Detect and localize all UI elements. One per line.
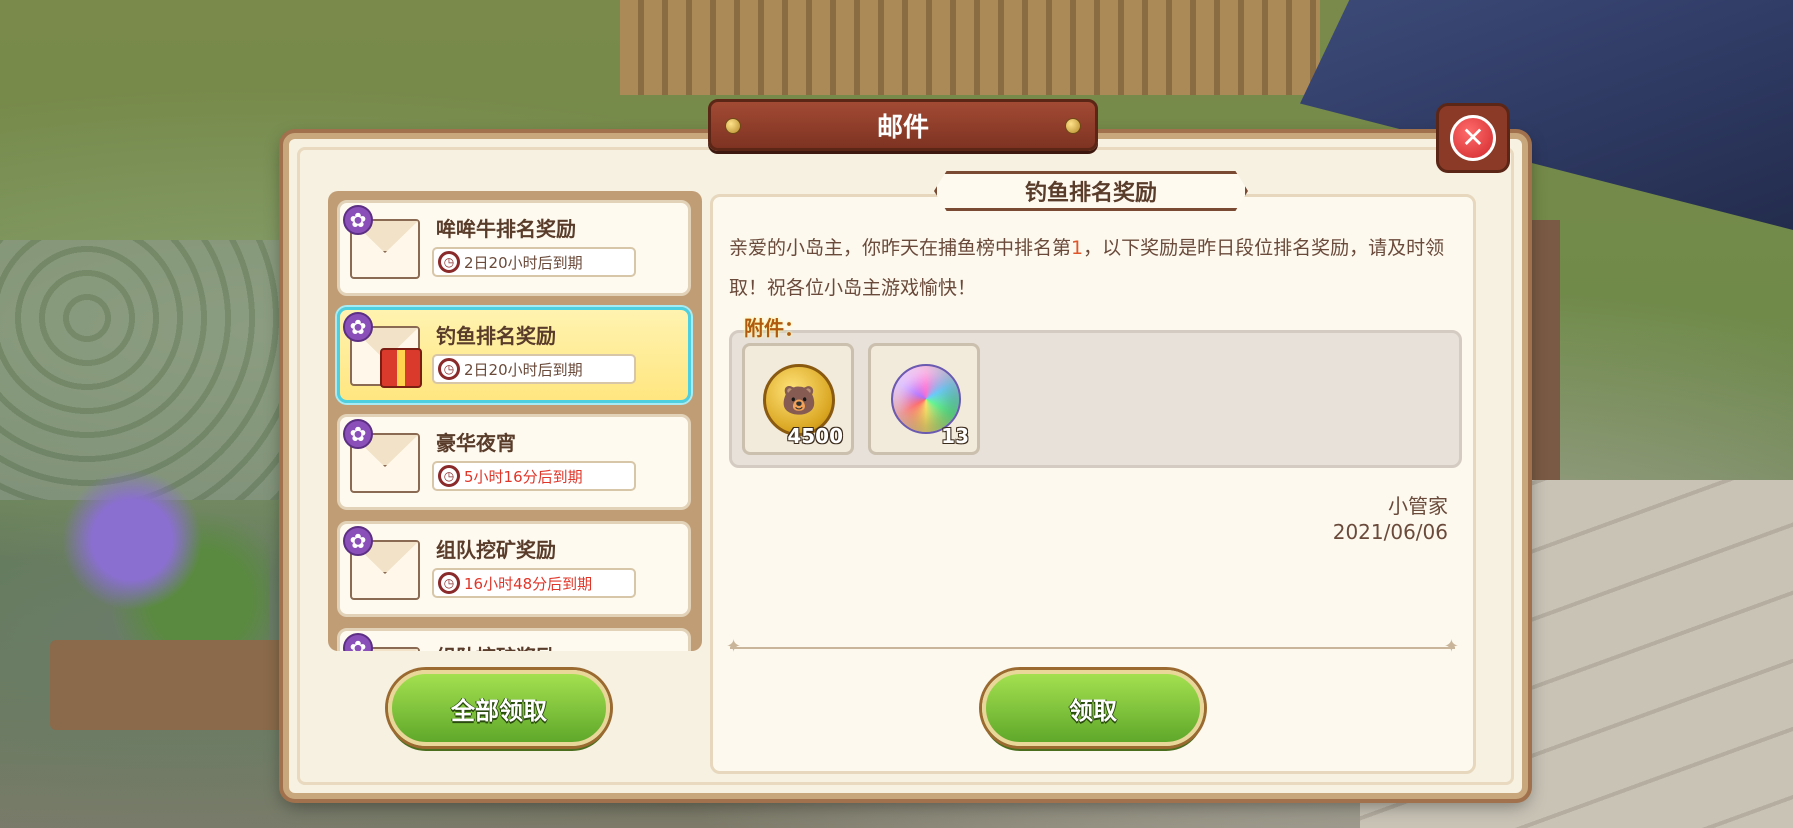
mail-item-expiry: ◷ 16小时48分后到期 <box>432 568 636 598</box>
clock-icon: ◷ <box>438 465 460 487</box>
mail-item-expiry-text: 2日20小时后到期 <box>464 360 583 379</box>
banner-stud-icon <box>725 118 741 134</box>
attachment-quantity: 4500 <box>787 424 843 448</box>
mail-date: 2021/06/06 <box>1332 520 1448 544</box>
attachment-box: 🐻 4500 13 <box>729 330 1462 468</box>
gear-badge-icon: ✿ <box>343 419 373 449</box>
window-title-banner: 邮件 <box>708 99 1098 151</box>
detail-divider <box>726 636 1459 657</box>
gear-badge-icon: ✿ <box>343 312 373 342</box>
attachment-quantity: 13 <box>941 424 969 448</box>
mail-list-item[interactable]: ✿ 豪华夜宵 ◷ 5小时16分后到期 <box>337 414 691 510</box>
mail-body-text: 亲爱的小岛主，你昨天在捕鱼榜中排名第1，以下奖励是昨日段位排名奖励，请及时领取！… <box>729 228 1459 308</box>
clock-icon: ◷ <box>438 251 460 273</box>
claim-all-button[interactable]: 全部领取 <box>388 670 610 746</box>
close-button[interactable]: ✕ <box>1436 103 1510 173</box>
attachment-label: 附件： <box>744 316 804 340</box>
banner-stud-icon <box>1065 118 1081 134</box>
attachment-slot[interactable]: 🐻 4500 <box>742 343 854 455</box>
attachment-slot[interactable]: 13 <box>868 343 980 455</box>
mail-detail-title: 钓鱼排名奖励 <box>934 171 1248 211</box>
mail-list-item[interactable]: ✿ 组队挖矿奖励 ◷ 16小时48分后到期 <box>337 521 691 617</box>
window-title: 邮件 <box>876 112 929 143</box>
mail-item-expiry-text: 5小时16分后到期 <box>464 467 583 486</box>
mail-body-rank: 1 <box>1071 237 1084 259</box>
mail-body-part1: 亲爱的小岛主，你昨天在捕鱼榜中排名第 <box>729 237 1072 259</box>
mail-item-name: 组队挖矿奖励 <box>436 641 556 651</box>
clock-icon: ◷ <box>438 358 460 380</box>
gift-box-icon <box>380 348 422 388</box>
mail-list-item[interactable]: ✿ 组队挖矿奖励 <box>337 628 691 651</box>
close-icon[interactable]: ✕ <box>1450 115 1496 161</box>
clock-icon: ◷ <box>438 572 460 594</box>
mail-sender: 小管家 <box>1388 494 1448 518</box>
mail-item-name: 组队挖矿奖励 <box>436 538 556 562</box>
mail-item-name: 哞哞牛排名奖励 <box>436 217 576 241</box>
mail-list[interactable]: ✿ 哞哞牛排名奖励 ◷ 2日20小时后到期 ✿ 钓鱼排名奖励 ◷ 2日20小时后… <box>328 191 702 651</box>
mail-item-expiry: ◷ 2日20小时后到期 <box>432 354 636 384</box>
mail-list-item[interactable]: ✿ 哞哞牛排名奖励 ◷ 2日20小时后到期 <box>337 200 691 296</box>
gear-badge-icon: ✿ <box>343 526 373 556</box>
gear-badge-icon: ✿ <box>343 633 373 651</box>
mail-list-item-selected[interactable]: ✿ 钓鱼排名奖励 ◷ 2日20小时后到期 <box>337 307 691 403</box>
mail-item-expiry-text: 2日20小时后到期 <box>464 253 583 272</box>
claim-button[interactable]: 领取 <box>982 670 1204 746</box>
mail-item-expiry-text: 16小时48分后到期 <box>464 574 593 593</box>
mail-item-expiry: ◷ 2日20小时后到期 <box>432 247 636 277</box>
mail-item-name: 钓鱼排名奖励 <box>436 324 556 348</box>
gear-badge-icon: ✿ <box>343 205 373 235</box>
background-planter <box>50 640 290 730</box>
mail-item-expiry: ◷ 5小时16分后到期 <box>432 461 636 491</box>
background-flowers <box>40 460 270 660</box>
background-fence <box>620 0 1320 95</box>
mail-item-name: 豪华夜宵 <box>436 431 516 455</box>
